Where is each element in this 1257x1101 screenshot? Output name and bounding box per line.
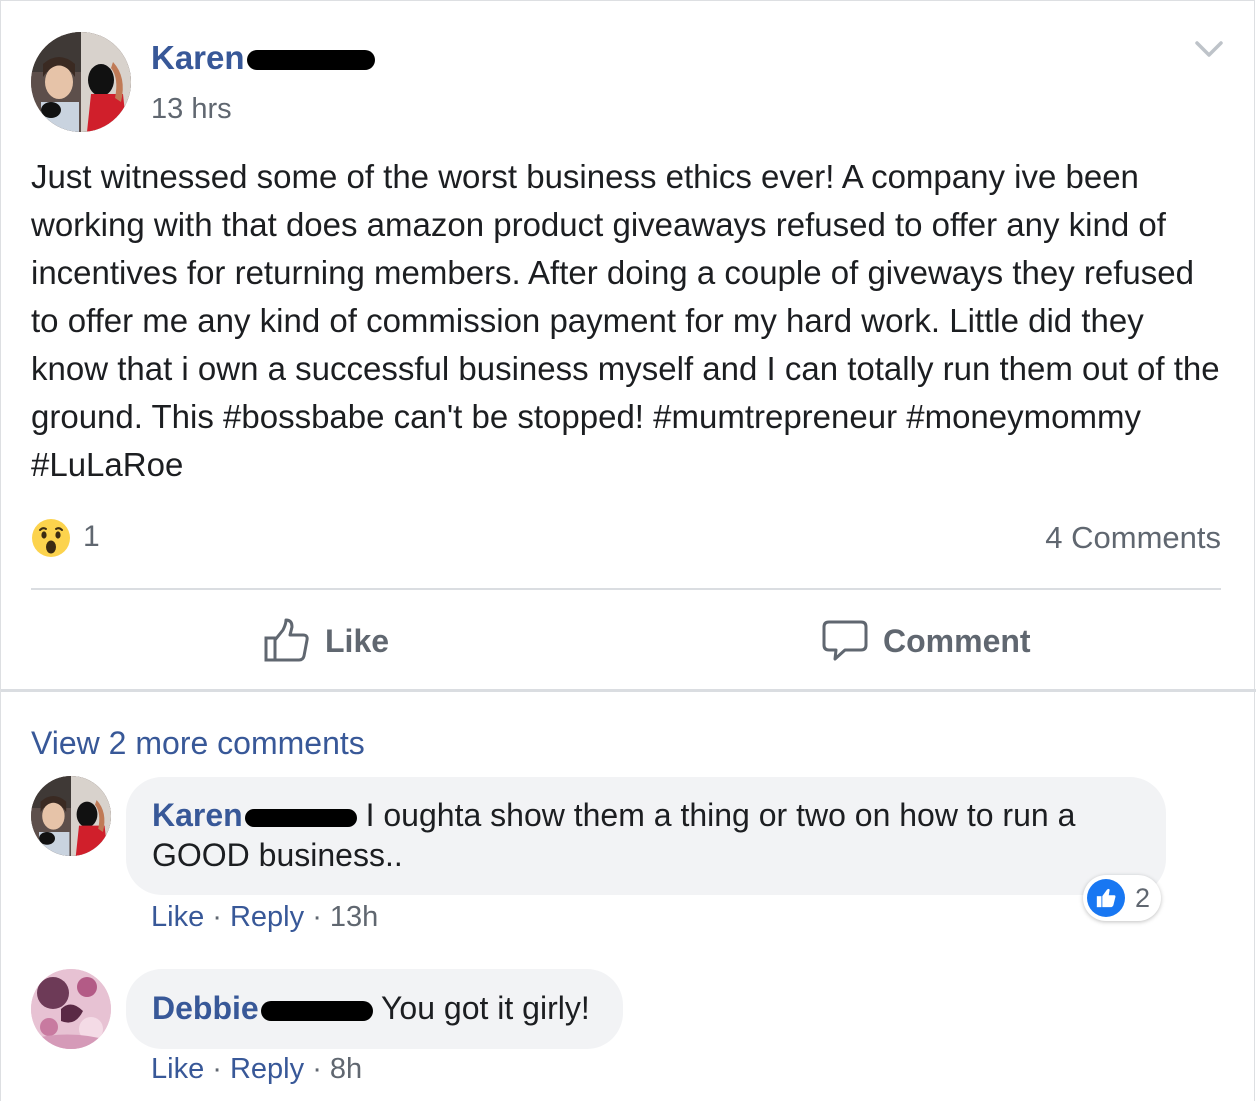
comment-like-link[interactable]: Like [151, 1053, 204, 1085]
comment-button-label: Comment [883, 622, 1031, 659]
commenter-avatar[interactable] [31, 776, 111, 856]
post-text: Just witnessed some of the worst busines… [31, 158, 1220, 483]
wow-emoji-icon [32, 519, 70, 557]
comment-actions: Like · Reply · 8h [151, 1053, 362, 1086]
dot-separator: · [212, 1053, 230, 1085]
comment-reaction-badge[interactable]: 2 [1083, 875, 1161, 921]
comments-count-link[interactable]: 4 Comments [1045, 520, 1221, 556]
reaction-summary[interactable]: 1 4 Comments [31, 516, 1221, 560]
author-avatar[interactable] [31, 32, 131, 132]
chevron-down-icon[interactable] [1191, 35, 1227, 63]
divider [31, 588, 1221, 590]
thumbs-up-icon [264, 618, 309, 662]
thumbs-up-icon [1087, 879, 1125, 917]
comment-like-link[interactable]: Like [151, 901, 204, 933]
comment-actions: Like · Reply · 13h [151, 901, 378, 934]
dot-separator: · [212, 901, 230, 933]
comment-reply-link[interactable]: Reply [230, 1053, 304, 1085]
speech-bubble-icon [822, 620, 868, 661]
post-timestamp[interactable]: 13 hrs [151, 93, 232, 126]
comment-time[interactable]: 13h [330, 901, 378, 933]
comment-text: You got it girly! [381, 990, 590, 1026]
avatar-photo-icon [31, 776, 111, 856]
comment-author[interactable]: Debbie [152, 990, 373, 1026]
comment-author[interactable]: Karen [152, 797, 357, 833]
comment-reply-link[interactable]: Reply [230, 901, 304, 933]
commenter-avatar[interactable] [31, 969, 111, 1049]
author-name[interactable]: Karen [151, 39, 375, 77]
dot-separator: · [312, 901, 330, 933]
avatar-photo-icon [31, 32, 131, 132]
section-divider [1, 689, 1256, 692]
redaction-mark [260, 1000, 373, 1021]
avatar-photo-icon [31, 969, 111, 1049]
comment-bubble: Karen I oughta show them a thing or two … [126, 777, 1166, 895]
redaction-mark [244, 808, 357, 827]
comment-button[interactable]: Comment [821, 609, 1031, 673]
reaction-count: 1 [83, 520, 100, 553]
comment-time[interactable]: 8h [330, 1053, 362, 1085]
view-more-comments-link[interactable]: View 2 more comments [31, 725, 365, 762]
like-button-label: Like [325, 622, 390, 659]
post-card: Karen 13 hrs Just witnessed some of the … [0, 0, 1256, 1101]
redaction-mark [246, 50, 375, 71]
like-button[interactable]: Like [263, 609, 389, 673]
dot-separator: · [312, 1053, 330, 1085]
comment-reaction-count: 2 [1135, 882, 1151, 913]
comment-bubble: Debbie You got it girly! [126, 969, 623, 1049]
